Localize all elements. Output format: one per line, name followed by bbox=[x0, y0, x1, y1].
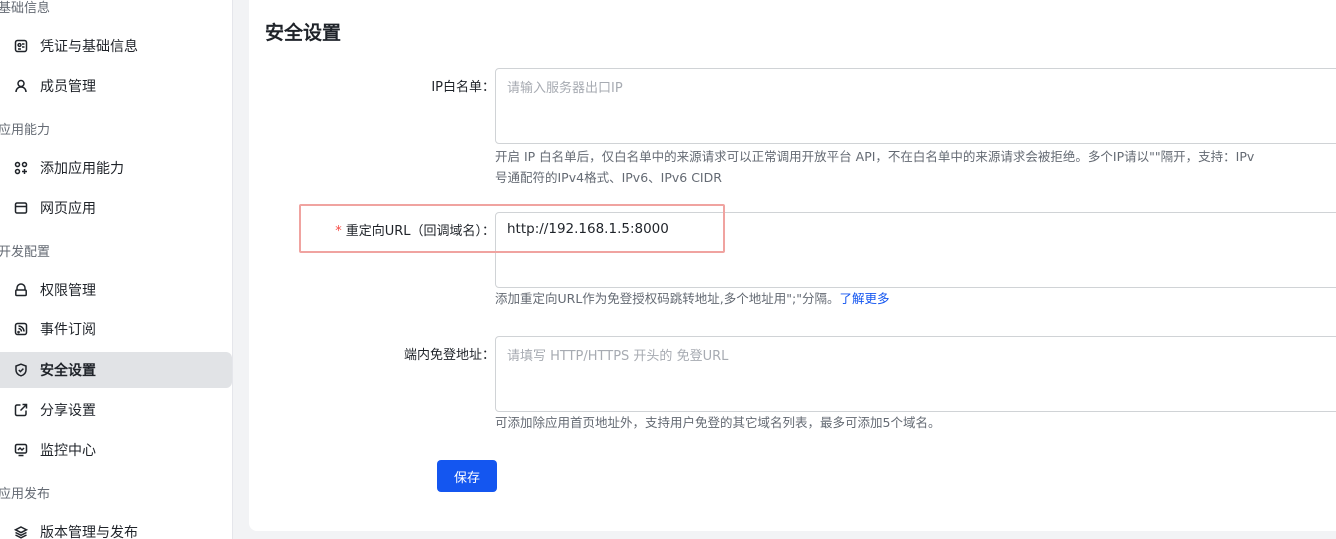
credential-icon bbox=[14, 39, 28, 53]
ip-whitelist-help-line2: 号通配符的IPv4格式、IPv6、IPv6 CIDR bbox=[495, 170, 722, 185]
group-title-app-release: 应用发布 bbox=[0, 487, 51, 502]
in-app-login-input[interactable]: 请填写 HTTP/HTTPS 开头的 免登URL bbox=[495, 336, 1336, 412]
in-app-login-placeholder: 请填写 HTTP/HTTPS 开头的 免登URL bbox=[507, 349, 729, 364]
subscription-icon bbox=[14, 322, 28, 336]
shield-icon bbox=[14, 363, 28, 377]
layers-icon bbox=[14, 525, 28, 539]
sidebar-item-event-subscription[interactable]: 事件订阅 bbox=[0, 311, 232, 347]
apps-icon bbox=[14, 161, 28, 175]
sidebar-item-share[interactable]: 分享设置 bbox=[0, 392, 232, 428]
sidebar-item-label: 安全设置 bbox=[40, 363, 96, 379]
share-icon bbox=[14, 403, 28, 417]
page-title: 安全设置 bbox=[265, 22, 342, 44]
sidebar-item-web-app[interactable]: 网页应用 bbox=[0, 190, 232, 226]
group-title-app-capabilities: 应用能力 bbox=[0, 123, 51, 138]
content-card: 安全设置 IP白名单： 请输入服务器出口IP 开启 IP 白名单后，仅白名单中的… bbox=[249, 0, 1336, 531]
sidebar-item-label: 事件订阅 bbox=[40, 322, 96, 338]
ip-whitelist-help: 开启 IP 白名单后，仅白名单中的来源请求可以正常调用开放平台 API，不在白名… bbox=[495, 146, 1254, 188]
save-button[interactable]: 保存 bbox=[437, 460, 497, 492]
in-app-login-label: 端内免登地址： bbox=[403, 348, 495, 363]
sidebar-item-permissions[interactable]: 权限管理 bbox=[0, 272, 232, 308]
sidebar-item-members[interactable]: 成员管理 bbox=[0, 68, 232, 104]
monitor-icon bbox=[14, 443, 28, 457]
sidebar-item-monitor[interactable]: 监控中心 bbox=[0, 432, 232, 468]
sidebar-item-version-release[interactable]: 版本管理与发布 bbox=[0, 514, 232, 539]
sidebar-item-label: 分享设置 bbox=[40, 403, 96, 419]
sidebar-item-label: 凭证与基础信息 bbox=[40, 39, 138, 55]
sidebar-item-add-capability[interactable]: 添加应用能力 bbox=[0, 150, 232, 186]
redirect-url-label: * 重定向URL（回调域名）： bbox=[335, 220, 495, 239]
sidebar-item-label: 添加应用能力 bbox=[40, 161, 124, 177]
ip-whitelist-input[interactable]: 请输入服务器出口IP bbox=[495, 68, 1336, 144]
ip-whitelist-placeholder: 请输入服务器出口IP bbox=[507, 81, 623, 96]
group-title-basic-info: 基础信息 bbox=[0, 1, 51, 16]
redirect-url-value: http://192.168.1.5:8000 bbox=[507, 221, 669, 237]
webpage-icon bbox=[14, 201, 28, 215]
lock-icon bbox=[14, 283, 28, 297]
sidebar-item-label: 监控中心 bbox=[40, 443, 96, 459]
redirect-url-help-text: 添加重定向URL作为免登授权码跳转地址,多个地址用";"分隔。 bbox=[495, 291, 840, 306]
group-title-dev-config: 开发配置 bbox=[0, 245, 51, 260]
sidebar-item-credentials[interactable]: 凭证与基础信息 bbox=[0, 28, 232, 64]
redirect-url-help: 添加重定向URL作为免登授权码跳转地址,多个地址用";"分隔。了解更多 bbox=[495, 288, 890, 309]
redirect-url-input[interactable]: http://192.168.1.5:8000 bbox=[495, 212, 1336, 288]
sidebar-item-label: 版本管理与发布 bbox=[40, 525, 138, 539]
learn-more-link[interactable]: 了解更多 bbox=[839, 291, 889, 306]
sidebar-item-security[interactable]: 安全设置 bbox=[0, 352, 232, 388]
redirect-url-label-text: 重定向URL（回调域名）： bbox=[345, 224, 495, 239]
in-app-login-help: 可添加除应用首页地址外，支持用户免登的其它域名列表，最多可添加5个域名。 bbox=[495, 415, 941, 430]
ip-whitelist-help-line1: 开启 IP 白名单后，仅白名单中的来源请求可以正常调用开放平台 API，不在白名… bbox=[495, 149, 1255, 164]
sidebar-item-label: 权限管理 bbox=[40, 283, 96, 299]
sidebar: 基础信息 凭证与基础信息 成员管理 应用能力 添加应用能力 网页应用 开发配置 … bbox=[0, 0, 233, 539]
sidebar-item-label: 成员管理 bbox=[40, 79, 96, 95]
sidebar-item-label: 网页应用 bbox=[40, 201, 96, 217]
member-icon bbox=[14, 79, 28, 93]
required-mark: * bbox=[335, 224, 342, 239]
ip-whitelist-label: IP白名单： bbox=[431, 80, 495, 95]
